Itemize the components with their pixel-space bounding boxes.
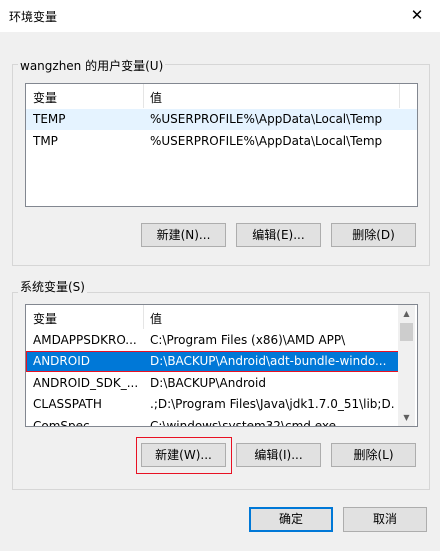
user-variables-list[interactable]: 变量 值 TEMP %USERPROFILE%\AppData\Local\Te… (25, 83, 418, 207)
vertical-scrollbar[interactable]: ▲ ▼ (398, 305, 415, 426)
variable-value: %USERPROFILE%\AppData\Local\Temp (150, 134, 383, 148)
variable-value: .;D:\Program Files\Java\jdk1.7.0_51\lib;… (150, 397, 394, 411)
close-icon[interactable]: ✕ (394, 0, 440, 32)
variable-name: CLASSPATH (33, 397, 102, 411)
scroll-down-icon[interactable]: ▼ (398, 409, 415, 426)
variable-name: ANDROID (33, 354, 90, 368)
system-new-button[interactable]: 新建(W)... (141, 443, 226, 467)
system-variables-label: 系统变量(S) (18, 278, 87, 295)
variable-value: D:\BACKUP\Android\adt-bundle-windo... (150, 354, 387, 368)
column-header-value[interactable]: 值 (150, 310, 162, 327)
list-row[interactable]: TMP %USERPROFILE%\AppData\Local\Temp (26, 131, 417, 152)
column-header-name[interactable]: 变量 (33, 310, 57, 327)
cancel-button[interactable]: 取消 (343, 507, 427, 532)
variable-value: D:\BACKUP\Android (150, 376, 266, 390)
user-delete-button[interactable]: 删除(D) (331, 223, 416, 247)
column-divider[interactable] (143, 305, 144, 329)
list-header: 变量 值 (26, 305, 417, 329)
column-header-name[interactable]: 变量 (33, 89, 57, 106)
list-row-selected[interactable]: ANDROID D:\BACKUP\Android\adt-bundle-win… (26, 351, 400, 372)
list-row[interactable]: TEMP %USERPROFILE%\AppData\Local\Temp (26, 109, 417, 130)
list-header: 变量 值 (26, 84, 417, 108)
system-delete-button[interactable]: 删除(L) (331, 443, 416, 467)
user-variables-label: wangzhen 的用户变量(U) (18, 57, 166, 74)
system-edit-button[interactable]: 编辑(I)... (236, 443, 321, 467)
variable-name: TEMP (33, 112, 66, 126)
title-bar: 环境变量 ✕ (0, 0, 440, 32)
variable-name: AMDAPPSDKRO... (33, 333, 137, 347)
variable-value: %USERPROFILE%\AppData\Local\Temp (150, 112, 383, 126)
window-title: 环境变量 (9, 10, 58, 24)
column-divider[interactable] (143, 84, 144, 108)
column-divider (399, 84, 400, 108)
ok-button[interactable]: 确定 (249, 507, 333, 532)
variable-value: C:\Program Files (x86)\AMD APP\ (150, 333, 346, 347)
list-row[interactable]: CLASSPATH .;D:\Program Files\Java\jdk1.7… (26, 394, 398, 415)
variable-name: ANDROID_SDK_... (33, 376, 139, 390)
variable-name: TMP (33, 134, 58, 148)
variable-value: C:\windows\system32\cmd.exe (150, 419, 336, 427)
variable-name: ComSpec (33, 419, 90, 427)
column-header-value[interactable]: 值 (150, 89, 162, 106)
user-new-button[interactable]: 新建(N)... (141, 223, 226, 247)
scroll-up-icon[interactable]: ▲ (398, 305, 415, 322)
system-variables-list[interactable]: 变量 值 AMDAPPSDKRO... C:\Program Files (x8… (25, 304, 418, 427)
scrollbar-thumb[interactable] (400, 323, 413, 341)
list-row[interactable]: ComSpec C:\windows\system32\cmd.exe (26, 416, 398, 427)
list-row[interactable]: ANDROID_SDK_... D:\BACKUP\Android (26, 373, 398, 394)
list-row[interactable]: AMDAPPSDKRO... C:\Program Files (x86)\AM… (26, 330, 398, 351)
user-edit-button[interactable]: 编辑(E)... (236, 223, 321, 247)
